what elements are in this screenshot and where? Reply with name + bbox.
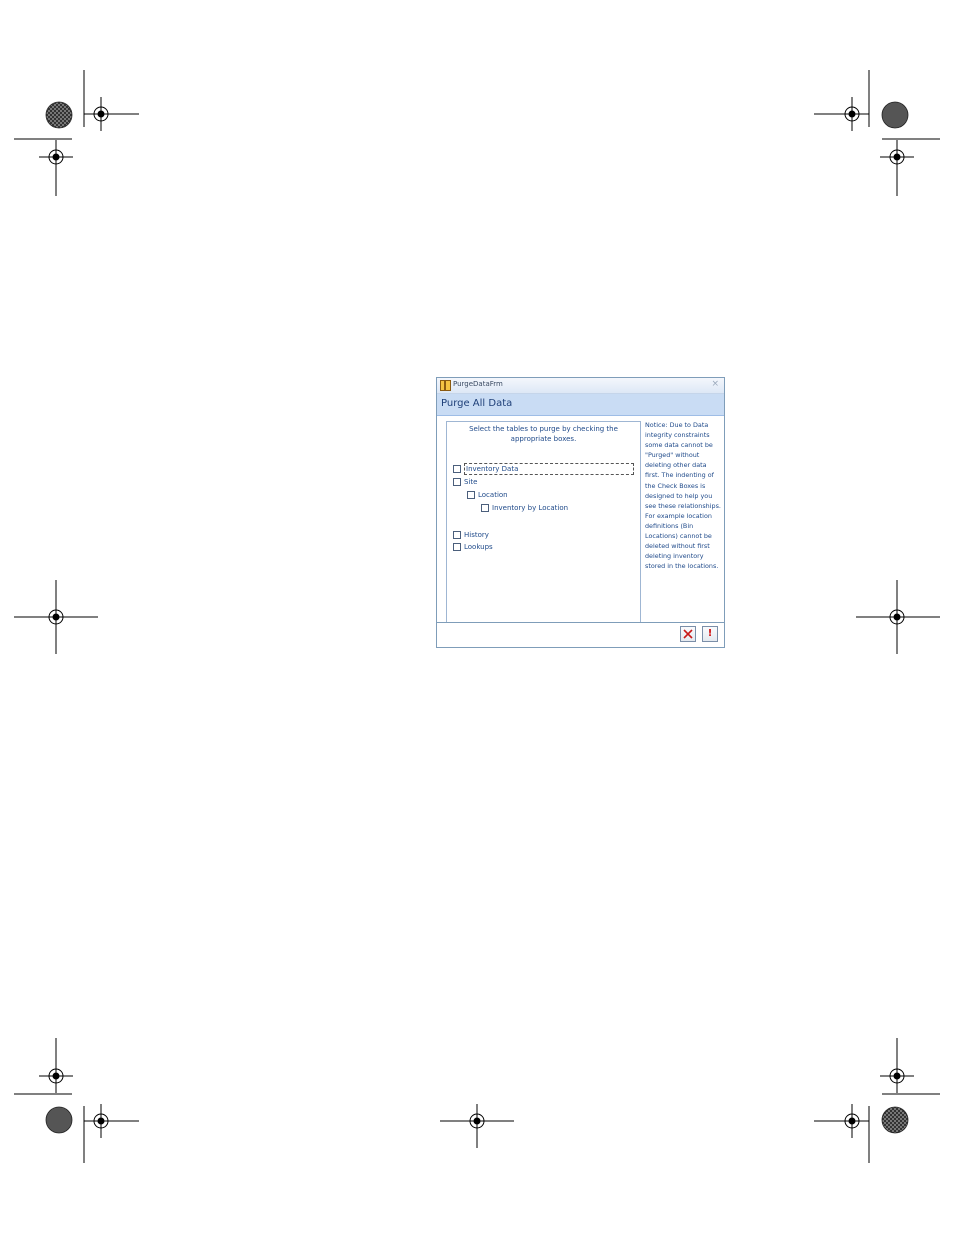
crop-mark-bottom-right: [814, 1038, 940, 1163]
checkbox-inventory-by-location[interactable]: [481, 504, 489, 512]
window-title: PurgeDataFrm: [453, 380, 503, 388]
starburst-top-left: [45, 101, 73, 129]
checkbox-label-site[interactable]: Site: [464, 477, 477, 487]
checkbox-label-inventory-by-location[interactable]: Inventory by Location: [492, 503, 568, 513]
cancel-button[interactable]: [680, 626, 696, 642]
checkbox-label-lookups[interactable]: Lookups: [464, 542, 493, 552]
form-body: Select the tables to purge by checking t…: [437, 416, 724, 624]
starburst-top-right: [881, 101, 909, 129]
checkbox-label-inventory-data[interactable]: Inventory Data: [464, 463, 634, 475]
registration-mark-top-right-b: [879, 139, 915, 175]
checkbox-label-history[interactable]: History: [464, 530, 489, 540]
registration-mark-top-right-a: [834, 96, 870, 132]
notice-text: Notice: Due to Data integrity constraint…: [645, 421, 721, 571]
close-icon[interactable]: ×: [711, 379, 719, 389]
checkbox-label-location[interactable]: Location: [478, 490, 508, 500]
purge-data-dialog: PurgeDataFrm × Purge All Data Select the…: [436, 377, 725, 648]
window-titlebar[interactable]: PurgeDataFrm ×: [437, 378, 724, 394]
registration-mark-bottom-right-b: [834, 1103, 870, 1139]
tables-selection-box: Select the tables to purge by checking t…: [446, 421, 641, 624]
run-purge-button[interactable]: !: [702, 626, 718, 642]
form-icon: [440, 380, 451, 391]
form-footer: !: [437, 622, 724, 647]
registration-mark-bottom-left-b: [83, 1103, 119, 1139]
crop-mark-top-left: [14, 70, 139, 196]
exclamation-icon: !: [707, 628, 713, 639]
red-x-icon: [683, 629, 693, 639]
checkbox-lookups[interactable]: [453, 543, 461, 551]
registration-mark-top-left-b: [38, 139, 74, 175]
starburst-bottom-right: [881, 1106, 909, 1134]
checkbox-site[interactable]: [453, 478, 461, 486]
registration-mark-top-left-a: [83, 96, 119, 132]
crop-mark-bottom-left: [14, 1038, 139, 1163]
checkbox-location[interactable]: [467, 491, 475, 499]
instruction-text: Select the tables to purge by checking t…: [469, 425, 618, 443]
crop-mark-top-right: [814, 70, 940, 196]
checkbox-inventory-data[interactable]: [453, 465, 461, 473]
form-header: Purge All Data: [437, 394, 724, 416]
page-title: Purge All Data: [441, 398, 513, 409]
registration-mark-bottom-right-a: [879, 1058, 915, 1094]
starburst-bottom-left: [45, 1106, 73, 1134]
registration-mark-bottom-left-a: [38, 1058, 74, 1094]
checkbox-history[interactable]: [453, 531, 461, 539]
